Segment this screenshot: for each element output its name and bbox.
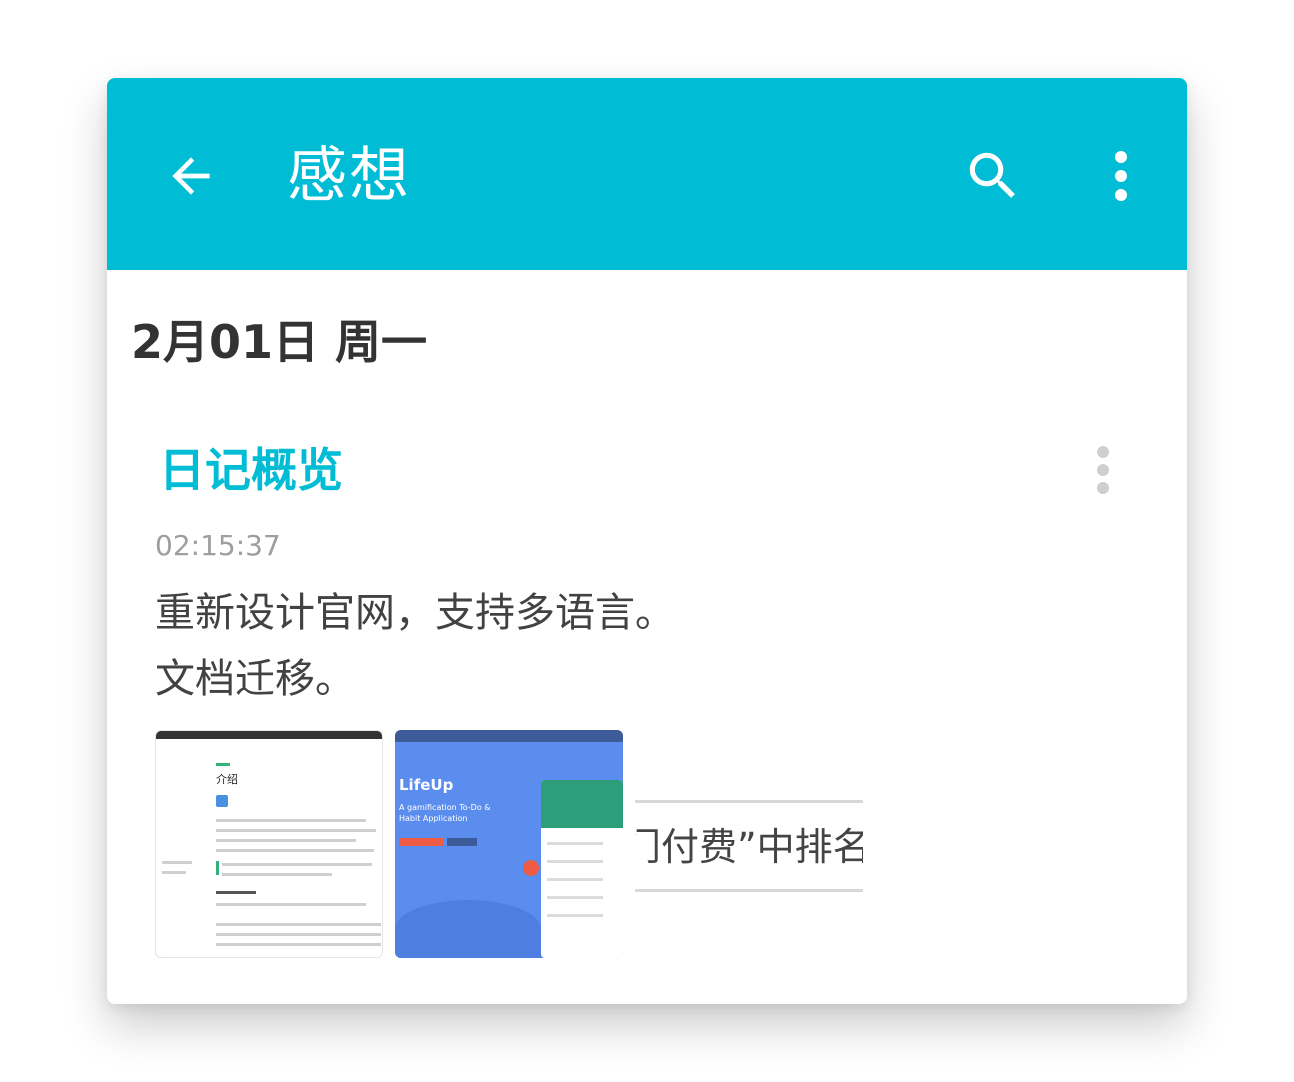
back-button[interactable] — [159, 144, 223, 208]
phone-row — [547, 842, 603, 845]
table-line — [216, 923, 381, 926]
more-options-button[interactable] — [1093, 142, 1149, 210]
floating-badge — [523, 860, 539, 876]
quote-bar — [216, 861, 219, 875]
table-line — [216, 933, 381, 936]
sidebar-line — [162, 861, 192, 864]
entry-content: 重新设计官网，支持多语言。 文档迁移。 — [155, 590, 675, 702]
app-logo-icon — [216, 795, 228, 807]
diary-card: 感想 2月01日 周一 日记概览 02:15:37 重新设计官网，支持多语言。 … — [107, 78, 1187, 1004]
attachment-thumbnail-website[interactable]: LifeUp A gamification To-Do & Habit Appl… — [395, 730, 623, 958]
phone-row — [547, 860, 603, 863]
text-line — [216, 891, 256, 894]
text-line — [216, 819, 366, 822]
ranking-text: 门付费”中排名 — [635, 825, 863, 869]
phone-row — [547, 896, 603, 899]
phone-header — [541, 780, 623, 828]
phone-row — [547, 914, 603, 917]
more-vert-icon — [1115, 151, 1127, 201]
site-hero-title: LifeUp — [399, 776, 454, 794]
attachment-thumbnail-docs[interactable]: 介绍 — [155, 730, 383, 958]
hero-button — [447, 838, 477, 846]
browser-bar — [156, 731, 382, 739]
arrow-back-icon — [172, 157, 210, 195]
app-toolbar: 感想 — [107, 78, 1187, 270]
hero-button — [399, 838, 443, 846]
phone-row — [547, 878, 603, 881]
text-line — [222, 863, 372, 866]
thumbnail-heading: 介绍 — [216, 773, 238, 786]
site-nav-bar — [395, 730, 623, 742]
table-line — [216, 943, 381, 946]
text-line — [216, 829, 376, 832]
decor-line — [216, 763, 230, 766]
search-button[interactable] — [959, 142, 1027, 210]
entry-more-button[interactable] — [1087, 440, 1119, 500]
text-line — [222, 873, 332, 876]
ranking-crop: 门付费”中排名 — [635, 800, 863, 892]
text-line — [216, 849, 374, 852]
hero-wave — [395, 900, 541, 958]
entry-timestamp: 02:15:37 — [155, 529, 281, 562]
more-vert-icon — [1097, 446, 1109, 494]
site-hero-subtitle: A gamification To-Do & Habit Application — [399, 803, 491, 823]
page-title: 感想 — [287, 141, 411, 211]
phone-mockup — [541, 780, 623, 958]
attachment-thumbnail-ranking[interactable]: 门付费”中排名 — [635, 730, 863, 958]
entry-title[interactable]: 日记概览 — [159, 442, 343, 498]
sidebar-line — [162, 871, 186, 874]
text-line — [216, 903, 366, 906]
date-group-header: 2月01日 周一 — [131, 315, 428, 369]
search-icon — [969, 152, 1015, 198]
text-line — [216, 839, 356, 842]
